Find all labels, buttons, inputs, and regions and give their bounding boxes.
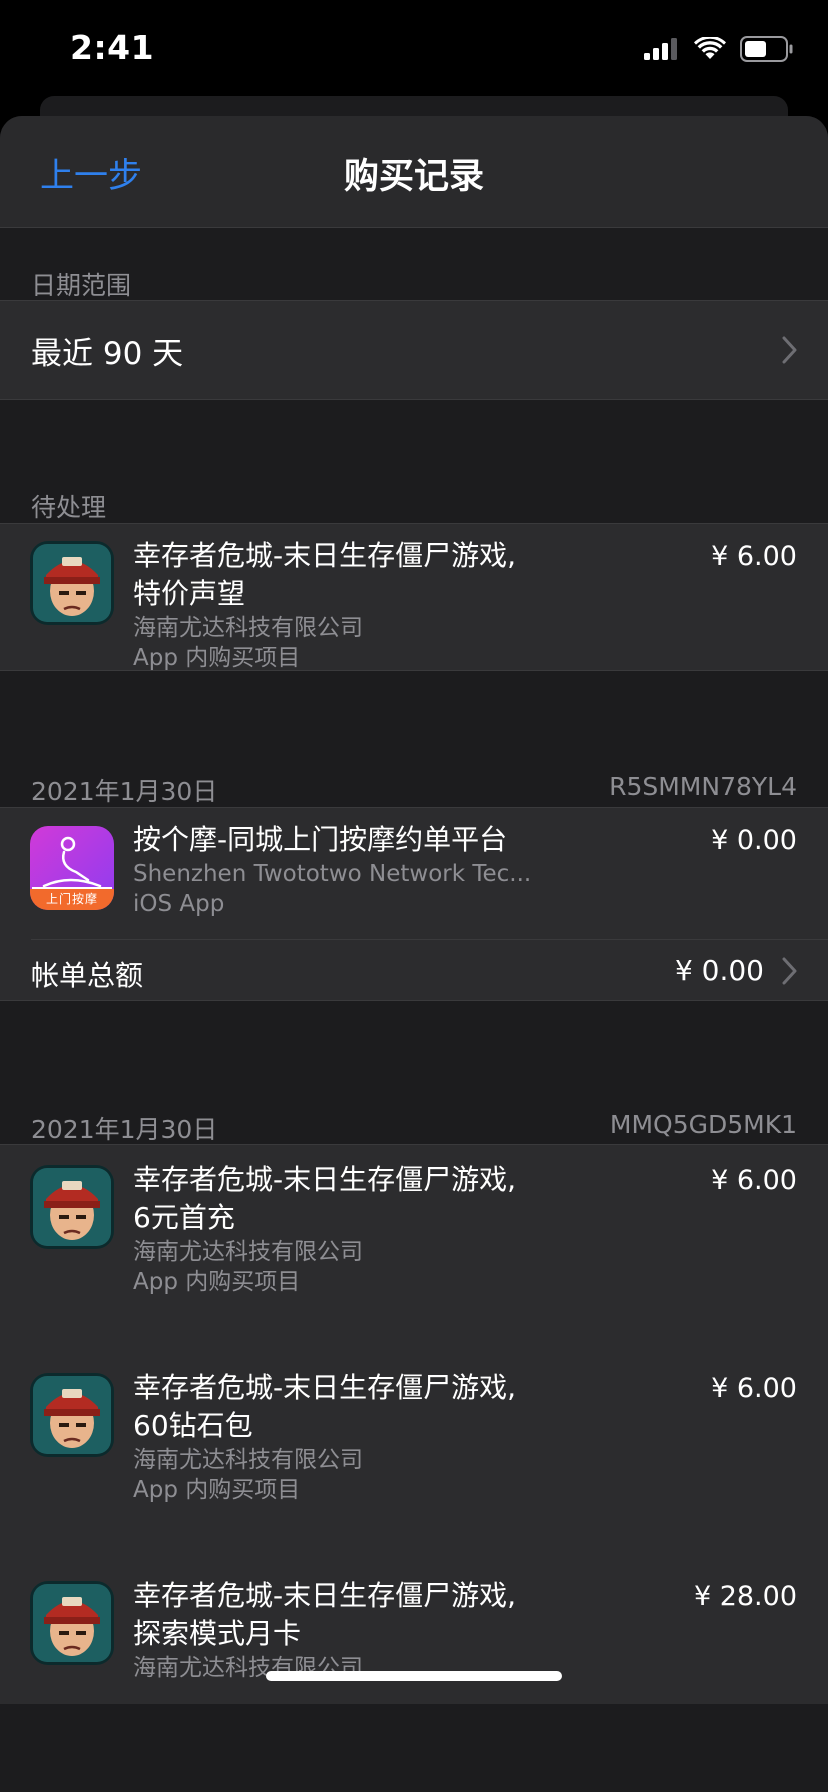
pending-header-label: 待处理: [31, 493, 107, 522]
item-name-line1: 按个摩-同城上门按摩约单平台: [133, 823, 508, 856]
purchase-item[interactable]: 幸存者危城-末日生存僵尸游戏, 60钻石包 海南尤达科技有限公司 App 内购买…: [0, 1353, 828, 1561]
purchase-item[interactable]: 幸存者危城-末日生存僵尸游戏, 特价声望 海南尤达科技有限公司 App 内购买项…: [0, 524, 828, 672]
date-range-header: 日期范围: [0, 266, 828, 302]
item-price: ¥ 0.00: [711, 825, 797, 856]
purchase-item-texts: 按个摩-同城上门按摩约单平台 Shenzhen Twototwo Network…: [133, 821, 678, 919]
order-header: 2021年1月30日 MMQ5GD5MK1: [0, 1110, 828, 1146]
purchase-item[interactable]: 幸存者危城-末日生存僵尸游戏, 探索模式月卡 海南尤达科技有限公司 ¥ 28.0…: [0, 1561, 828, 1711]
massage-icon-text: 上门按摩: [45, 892, 98, 906]
order-group: 上门按摩 按个摩-同城上门按摩约单平台 Shenzhen Twototwo Ne…: [0, 807, 828, 1001]
item-developer: 海南尤达科技有限公司: [133, 615, 363, 641]
purchase-history-sheet: 上一步 购买记录 日期范围 最近 90 天 待处理 幸存者危城-末日生存僵尸游戏…: [0, 116, 828, 1792]
cellular-signal-icon: [644, 38, 677, 60]
order-group: 幸存者危城-末日生存僵尸游戏, 6元首充 海南尤达科技有限公司 App 内购买项…: [0, 1144, 828, 1704]
battery-icon: [740, 36, 793, 62]
item-type: App 内购买项目: [133, 1269, 301, 1295]
page-title: 购买记录: [343, 157, 484, 197]
item-price: ¥ 6.00: [711, 1165, 797, 1196]
item-type: App 内购买项目: [133, 1477, 301, 1503]
item-price: ¥ 28.00: [693, 1581, 797, 1612]
zombie-game-icon: [30, 541, 114, 625]
zombie-game-icon: [30, 1373, 114, 1457]
order-header: 2021年1月30日 R5SMMN78YL4: [0, 772, 828, 808]
purchase-item-texts: 幸存者危城-末日生存僵尸游戏, 6元首充 海南尤达科技有限公司 App 内购买项…: [133, 1161, 678, 1297]
item-price: ¥ 6.00: [711, 1373, 797, 1404]
date-range-value: 最近 90 天: [31, 335, 184, 372]
order-date: 2021年1月30日: [31, 1115, 218, 1144]
item-name-line2: 6元首充: [133, 1201, 235, 1234]
navigation-bar: 上一步 购买记录: [0, 116, 828, 228]
item-name-line1: 幸存者危城-末日生存僵尸游戏,: [133, 539, 517, 572]
purchase-item-texts: 幸存者危城-末日生存僵尸游戏, 特价声望 海南尤达科技有限公司 App 内购买项…: [133, 537, 678, 673]
bottom-bar: [0, 1722, 828, 1792]
wifi-icon: [694, 37, 726, 59]
chevron-right-icon: [782, 957, 797, 985]
zombie-game-icon: [30, 1581, 114, 1665]
item-developer: 海南尤达科技有限公司: [133, 1447, 363, 1473]
item-name-line1: 幸存者危城-末日生存僵尸游戏,: [133, 1371, 517, 1404]
order-id: MMQ5GD5MK1: [609, 1110, 797, 1139]
pending-header: 待处理: [0, 488, 828, 524]
item-name-line2: 60钻石包: [133, 1409, 253, 1442]
order-total-value: ¥ 0.00: [674, 954, 764, 987]
order-total-row[interactable]: 帐单总额 ¥ 0.00: [0, 940, 828, 1002]
order-date: 2021年1月30日: [31, 777, 218, 806]
order-total-label: 帐单总额: [31, 959, 144, 992]
item-name-line1: 幸存者危城-末日生存僵尸游戏,: [133, 1163, 517, 1196]
item-developer: Shenzhen Twototwo Network Tec...: [133, 861, 532, 887]
date-range-group: 最近 90 天: [0, 300, 828, 400]
item-type: App 内购买项目: [133, 645, 301, 671]
date-range-row[interactable]: 最近 90 天: [0, 301, 828, 399]
purchase-item-texts: 幸存者危城-末日生存僵尸游戏, 60钻石包 海南尤达科技有限公司 App 内购买…: [133, 1369, 678, 1505]
date-range-header-label: 日期范围: [31, 271, 132, 300]
purchase-item[interactable]: 幸存者危城-末日生存僵尸游戏, 6元首充 海南尤达科技有限公司 App 内购买项…: [0, 1145, 828, 1353]
status-icons: [644, 36, 794, 62]
purchase-item[interactable]: 上门按摩 按个摩-同城上门按摩约单平台 Shenzhen Twototwo Ne…: [0, 808, 828, 939]
pending-group: 幸存者危城-末日生存僵尸游戏, 特价声望 海南尤达科技有限公司 App 内购买项…: [0, 523, 828, 671]
purchase-item-texts: 幸存者危城-末日生存僵尸游戏, 探索模式月卡 海南尤达科技有限公司: [133, 1577, 678, 1683]
item-name-line1: 幸存者危城-末日生存僵尸游戏,: [133, 1579, 517, 1612]
status-time: 2:41: [70, 28, 155, 67]
item-name-line2: 特价声望: [133, 577, 246, 610]
order-id: R5SMMN78YL4: [609, 772, 797, 801]
item-type: iOS App: [133, 891, 225, 917]
item-developer: 海南尤达科技有限公司: [133, 1239, 363, 1265]
status-bar: 2:41: [0, 0, 828, 100]
zombie-game-icon: [30, 1165, 114, 1249]
home-indicator[interactable]: [266, 1671, 562, 1681]
massage-app-icon: 上门按摩: [30, 826, 114, 910]
item-price: ¥ 6.00: [711, 541, 797, 572]
item-name-line2: 探索模式月卡: [133, 1617, 302, 1650]
chevron-right-icon: [782, 336, 797, 364]
